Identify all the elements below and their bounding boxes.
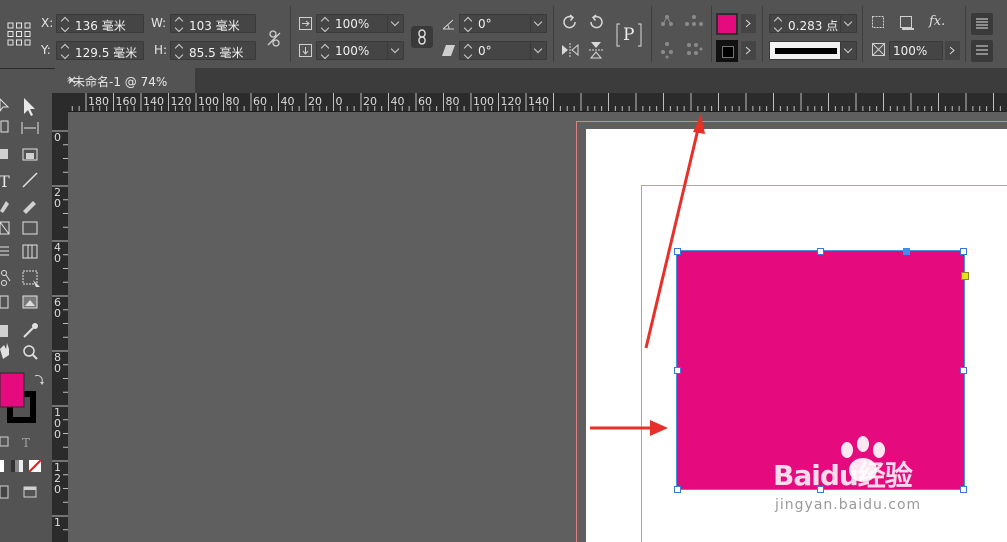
h-ruler-label: 120	[500, 95, 522, 108]
annotation-arrow-right	[590, 420, 668, 436]
v-ruler-label: 1	[54, 516, 61, 529]
h-ruler-label: 140	[143, 95, 164, 108]
h-ruler-label: 140	[528, 95, 549, 108]
h-ruler-label: 160	[115, 95, 137, 108]
h-ruler-label: 0	[335, 95, 343, 108]
h-ruler-label: 40	[280, 95, 295, 108]
annotation-arrow-up	[644, 114, 705, 349]
v-ruler-label: 0	[54, 307, 61, 320]
v-ruler-label: 0	[54, 483, 61, 496]
h-ruler-label: 80	[445, 95, 460, 108]
horizontal-ruler-labels: 180 160 140 120 100 80 60 40 20 0 20 40 60 80 100 120 14…	[52, 93, 1007, 111]
v-ruler-label: 0	[54, 362, 61, 375]
h-ruler-label: 100	[473, 95, 494, 108]
h-ruler-label: 20	[363, 95, 377, 108]
annotation-arrows	[590, 114, 705, 436]
h-ruler-label: 40	[390, 95, 405, 108]
v-ruler-label: 0	[54, 197, 61, 210]
h-ruler-label: 60	[418, 95, 432, 108]
v-ruler-label: 0	[54, 131, 61, 144]
h-ruler-label: 20	[308, 95, 322, 108]
h-ruler-label: 60	[253, 95, 267, 108]
h-ruler-label: 80	[225, 95, 240, 108]
vertical-ruler-labels: 0204060801001201	[52, 111, 68, 542]
h-ruler-label: 100	[198, 95, 219, 108]
h-ruler-label: 180	[88, 95, 109, 108]
v-ruler-label: 0	[54, 428, 61, 441]
h-ruler-label: 120	[170, 95, 192, 108]
v-ruler-label: 0	[54, 252, 61, 265]
